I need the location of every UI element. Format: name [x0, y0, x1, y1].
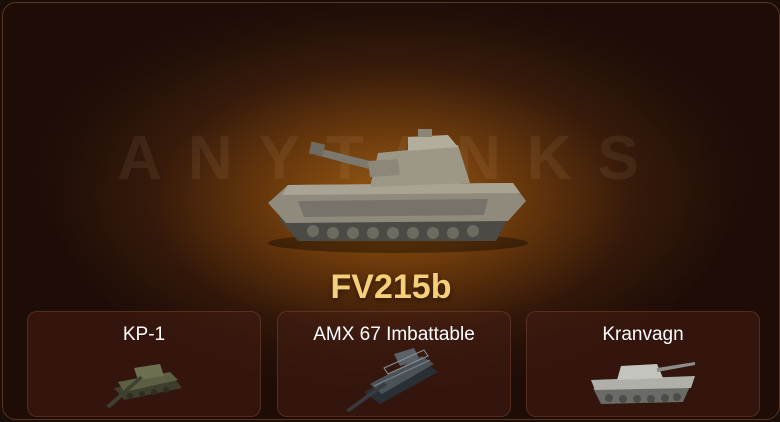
dark-tank-icon — [346, 348, 438, 412]
reward-card-kp-1[interactable]: KP-1 — [27, 311, 261, 417]
featured-tank-name: FV215b — [330, 268, 452, 306]
reward-card-label: Kranvagn — [602, 324, 684, 345]
reward-cards: KP-1 AMX 67 Imbattable Kranvagn — [27, 311, 760, 417]
olive-tank-icon — [106, 364, 182, 408]
reward-card-kranvagn[interactable]: Kranvagn — [526, 311, 760, 417]
grey-tank-icon — [591, 362, 695, 404]
reward-card-label: KP-1 — [122, 324, 166, 345]
heavy-tank-icon — [268, 129, 528, 253]
tank-reward-panel: ANYTANKS FV215b KP-1 — [2, 2, 780, 420]
reward-card-amx-67-imbattable[interactable]: AMX 67 Imbattable — [277, 311, 511, 417]
